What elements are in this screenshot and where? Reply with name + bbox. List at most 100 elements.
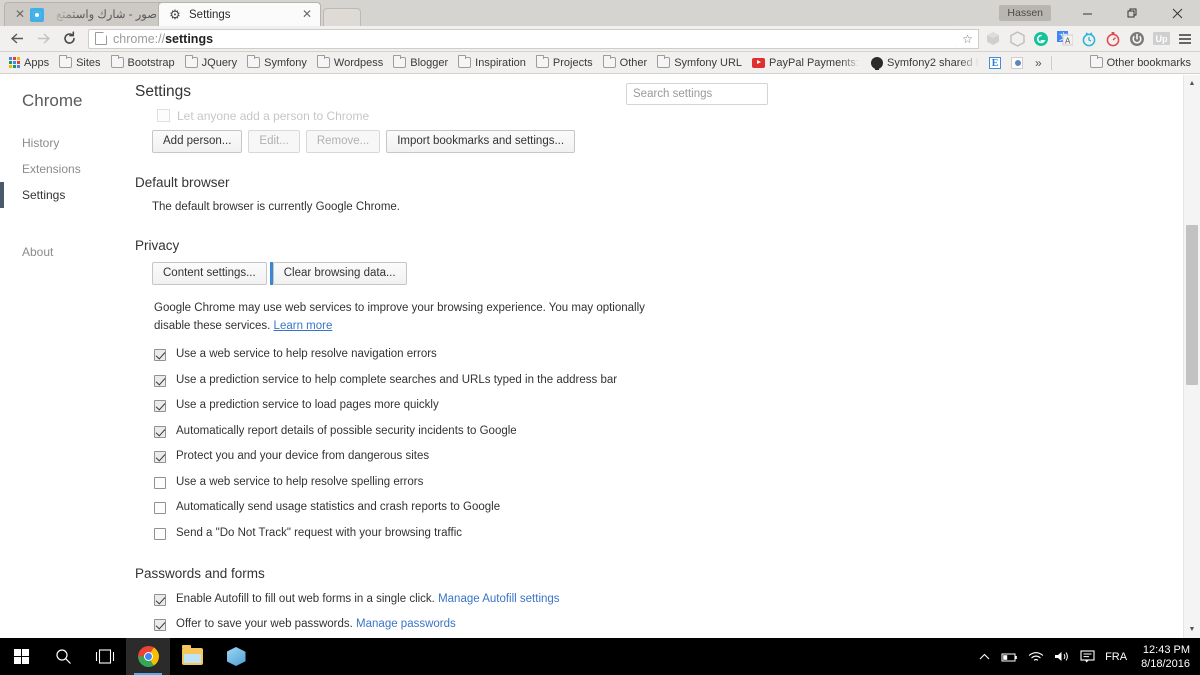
battery-icon[interactable]	[1000, 651, 1018, 663]
taskbar-file-explorer-icon[interactable]	[170, 638, 214, 675]
cube-icon[interactable]	[982, 28, 1004, 50]
privacy-option-row[interactable]: Send a "Do Not Track" request with your …	[154, 527, 1182, 540]
let-anyone-add-person-row[interactable]: Let anyone add a person to Chrome	[157, 108, 1182, 123]
privacy-option-row[interactable]: Use a web service to help resolve naviga…	[154, 348, 1182, 361]
edit-person-button: Edit...	[248, 130, 300, 153]
tab-close-icon[interactable]: ✕	[300, 7, 314, 22]
reload-icon[interactable]	[56, 27, 82, 51]
grammarly-icon[interactable]	[1030, 28, 1052, 50]
extension-icons: 文A Up	[982, 28, 1196, 50]
checkbox[interactable]	[154, 400, 166, 412]
content-settings-button[interactable]: Content settings...	[152, 262, 267, 285]
power-icon[interactable]	[1126, 28, 1148, 50]
close-button[interactable]	[1155, 0, 1200, 26]
page-info-icon[interactable]	[95, 32, 107, 45]
search-input[interactable]: Search settings	[626, 83, 768, 105]
wifi-icon[interactable]	[1028, 651, 1044, 663]
add-person-button[interactable]: Add person...	[152, 130, 243, 153]
privacy-option-row[interactable]: Automatically report details of possible…	[154, 425, 1182, 438]
bookmark-sites[interactable]: Sites	[54, 54, 105, 72]
checkbox[interactable]	[154, 502, 166, 514]
checkbox[interactable]	[154, 374, 166, 387]
bookmark-favicon-globe[interactable]	[1006, 54, 1028, 72]
autofill-option-row[interactable]: Enable Autofill to fill out web forms in…	[154, 593, 1182, 606]
checkbox[interactable]	[157, 109, 170, 122]
taskbar-chrome-icon[interactable]	[126, 638, 170, 675]
checkbox[interactable]	[154, 451, 166, 463]
stopwatch-icon[interactable]	[1102, 28, 1124, 50]
scroll-up-arrow-icon[interactable]: ▲	[1184, 75, 1200, 92]
folder-icon	[602, 55, 616, 68]
bookmarks-overflow-button[interactable]: »	[1028, 56, 1049, 70]
volume-icon[interactable]	[1054, 650, 1070, 663]
notification-icon[interactable]	[1080, 650, 1095, 663]
timer-icon[interactable]	[1078, 28, 1100, 50]
taskbar-blue-cube-icon[interactable]	[214, 638, 258, 675]
tab-google-photos[interactable]: صور - شارك واستمتع بأجمل ✕	[4, 2, 164, 26]
scroll-down-arrow-icon[interactable]: ▼	[1184, 621, 1200, 638]
bookmark-projects[interactable]: Projects	[531, 54, 598, 72]
clock[interactable]: 12:43 PM 8/18/2016	[1141, 643, 1190, 671]
checkbox[interactable]	[154, 425, 166, 438]
bookmark-star-icon[interactable]: ☆	[957, 28, 979, 49]
manage-autofill-settings-link[interactable]: Manage Autofill settings	[438, 593, 559, 605]
import-bookmarks-and-settings-button[interactable]: Import bookmarks and settings...	[386, 130, 576, 153]
tab-title: صور - شارك واستمتع بأجمل	[51, 8, 157, 21]
privacy-description-text: Google Chrome may use web services to im…	[154, 302, 645, 332]
upwork-icon[interactable]: Up	[1150, 28, 1172, 50]
bookmark-symfony-url[interactable]: Symfony URL	[652, 54, 747, 72]
minimize-button[interactable]	[1065, 0, 1110, 26]
checkbox[interactable]	[154, 476, 166, 489]
vertical-scrollbar[interactable]: ▲ ▼	[1183, 75, 1200, 638]
tab-close-icon[interactable]: ✕	[13, 7, 27, 22]
scrollbar-thumb[interactable]	[1186, 225, 1198, 385]
bookmark-wordpess[interactable]: Wordpess	[312, 54, 388, 72]
other-bookmarks-button[interactable]: Other bookmarks	[1085, 54, 1196, 72]
checkbox[interactable]	[154, 349, 166, 361]
new-tab-button[interactable]	[323, 8, 361, 26]
save-passwords-option-row[interactable]: Offer to save your web passwords. Manage…	[154, 618, 1182, 631]
privacy-option-row[interactable]: Use a prediction service to load pages m…	[154, 399, 1182, 412]
bookmark-symfony2-shared-hosting[interactable]: Symfony2 shared hos	[866, 54, 984, 72]
privacy-option-row[interactable]: Use a prediction service to help complet…	[154, 374, 1182, 387]
checkbox[interactable]	[154, 593, 166, 606]
bookmark-blogger[interactable]: Blogger	[388, 54, 453, 72]
address-bar[interactable]: chrome://settings	[88, 28, 958, 49]
bookmark-bootstrap[interactable]: Bootstrap	[106, 54, 180, 72]
profile-name-button[interactable]: Hassen	[999, 5, 1051, 21]
bookmark-paypal-payments[interactable]: PayPal Payments: Acc	[747, 54, 866, 72]
checkbox-label: Use a web service to help resolve naviga…	[176, 348, 437, 360]
checkbox[interactable]	[154, 527, 166, 540]
bookmark-symfony[interactable]: Symfony	[242, 54, 312, 72]
clear-browsing-data-button[interactable]: Clear browsing data...	[269, 262, 407, 285]
hexagon-icon[interactable]	[1006, 28, 1028, 50]
manage-passwords-link[interactable]: Manage passwords	[356, 618, 456, 630]
privacy-option-row[interactable]: Protect you and your device from dangero…	[154, 450, 1182, 463]
translate-icon[interactable]: 文A	[1054, 28, 1076, 50]
search-icon[interactable]	[42, 638, 84, 675]
start-icon[interactable]	[0, 638, 42, 675]
checkbox-label: Offer to save your web passwords. Manage…	[176, 618, 456, 631]
chrome-menu-icon[interactable]	[1174, 28, 1196, 50]
sidebar-item-settings[interactable]: Settings	[0, 182, 135, 208]
sidebar-item-about[interactable]: About	[0, 239, 135, 265]
svg-text:A: A	[1065, 37, 1071, 46]
checkbox[interactable]	[154, 619, 166, 631]
privacy-option-row[interactable]: Automatically send usage statistics and …	[154, 501, 1182, 514]
maximize-button[interactable]	[1110, 0, 1155, 26]
sidebar-item-extensions[interactable]: Extensions	[0, 156, 135, 182]
bookmark-apps[interactable]: Apps	[4, 54, 54, 72]
tray-chevron-icon[interactable]	[979, 653, 990, 661]
sidebar-item-history[interactable]: History	[0, 130, 135, 156]
privacy-option-row[interactable]: Use a web service to help resolve spelli…	[154, 476, 1182, 489]
bookmark-other[interactable]: Other	[598, 54, 653, 72]
learn-more-link[interactable]: Learn more	[274, 320, 333, 332]
forward-icon[interactable]	[30, 27, 56, 51]
bookmark-jquery[interactable]: JQuery	[180, 54, 242, 72]
bookmark-inspiration[interactable]: Inspiration	[453, 54, 531, 72]
input-language-indicator[interactable]: FRA	[1105, 651, 1127, 663]
task-view-icon[interactable]	[84, 638, 126, 675]
back-icon[interactable]	[4, 27, 30, 51]
bookmark-favicon-e[interactable]: E	[984, 54, 1006, 72]
tab-settings[interactable]: ⚙ Settings ✕	[158, 2, 321, 26]
